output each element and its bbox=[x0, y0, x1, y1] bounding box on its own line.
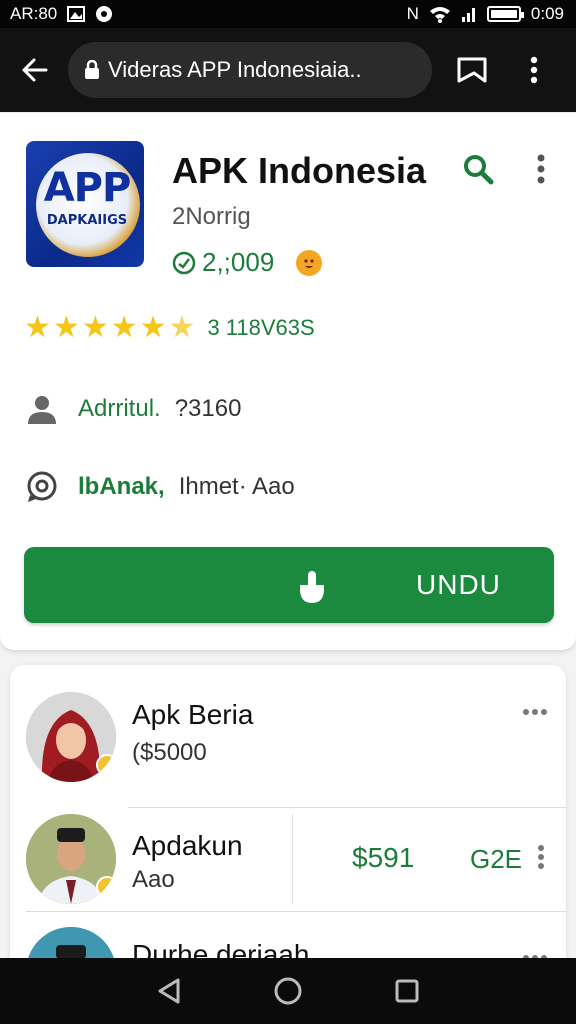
status-left: AR:80 bbox=[10, 4, 113, 24]
list-item-name: Apk Beria bbox=[132, 699, 254, 730]
network-indicator: N bbox=[406, 4, 419, 23]
square-recents-icon bbox=[395, 979, 419, 1003]
list-item[interactable]: Apk Beria ($5000 bbox=[10, 665, 566, 808]
app-title: APK Indonesia bbox=[172, 150, 427, 191]
category-label: lbAnak, bbox=[78, 473, 165, 500]
category-value: Ihmet· Aao bbox=[178, 473, 295, 500]
list-item-subtitle: ($5000 bbox=[132, 739, 207, 766]
star-icon: ★ bbox=[52, 311, 80, 344]
share-button[interactable] bbox=[450, 48, 494, 92]
lock-icon bbox=[85, 60, 99, 79]
chat-icon bbox=[24, 469, 60, 505]
nav-recents-button[interactable] bbox=[387, 971, 427, 1011]
url-text: Videras APP Indonesiaia.. bbox=[108, 57, 362, 82]
developer-value: ?3160 bbox=[174, 395, 242, 422]
status-right: N 0:09 bbox=[407, 4, 564, 24]
app-subtitle: 2Norrig bbox=[172, 203, 251, 230]
item-menu-button[interactable] bbox=[524, 842, 558, 872]
status-time: 0:09 bbox=[530, 4, 564, 23]
divider bbox=[26, 911, 566, 912]
rating-row: ★ ★ ★ ★ ★ ★ 3 118V63S bbox=[24, 313, 315, 343]
star-icon: ★ bbox=[24, 311, 51, 344]
app-notification-icon bbox=[95, 5, 113, 23]
list-item-subtitle: Aao bbox=[132, 866, 175, 893]
triangle-back-icon bbox=[158, 978, 180, 1004]
search-button[interactable] bbox=[458, 149, 498, 189]
wifi-icon bbox=[429, 5, 451, 23]
app-logo: APP DAPKAIIGS bbox=[26, 141, 144, 267]
app-detail-card: APP DAPKAIIGS APK Indonesia 2Norrig 2,;0… bbox=[0, 113, 576, 650]
list-item-tag: G2E bbox=[470, 844, 523, 874]
developer-label: Adrritul. bbox=[78, 395, 161, 422]
search-icon bbox=[464, 155, 494, 185]
verified-badge-icon bbox=[96, 754, 116, 776]
address-bar[interactable]: Videras APP Indonesiaia.. bbox=[68, 42, 432, 98]
related-apps-list: Apk Beria ($5000 Apdakun Aao $591 G2E Du… bbox=[10, 665, 566, 985]
browser-toolbar: Videras APP Indonesiaia.. bbox=[0, 28, 576, 112]
check-circle-icon bbox=[172, 251, 196, 274]
category-row: lbAnak, Ihmet· Aao bbox=[24, 469, 295, 505]
circle-home-icon bbox=[274, 977, 302, 1005]
status-bar: AR:80 N 0:09 bbox=[0, 0, 576, 28]
verified-badge-icon bbox=[96, 876, 116, 898]
screen: AR:80 N 0:09 Videras APP Indonesiaia.. A… bbox=[0, 0, 576, 1024]
list-item-name: Apdakun bbox=[132, 830, 243, 861]
star-icon: ★ bbox=[81, 311, 109, 344]
star-icon: ★ bbox=[139, 311, 167, 344]
download-count: 2,;009 bbox=[202, 247, 275, 277]
more-vertical-icon bbox=[530, 56, 538, 84]
back-button[interactable] bbox=[14, 50, 54, 90]
system-navigation-bar bbox=[0, 958, 576, 1024]
download-button-label: UNDU bbox=[416, 569, 501, 600]
nav-back-button[interactable] bbox=[149, 971, 189, 1011]
more-vertical-icon bbox=[537, 154, 545, 184]
avatar bbox=[26, 692, 116, 782]
half-star-icon: ★ bbox=[168, 311, 196, 344]
avatar bbox=[26, 814, 116, 904]
app-menu-button[interactable] bbox=[524, 149, 558, 189]
list-item[interactable]: Apdakun Aao $591 G2E bbox=[10, 808, 566, 912]
list-item-price: $591 bbox=[352, 842, 415, 873]
signal-icon bbox=[461, 5, 477, 23]
share-icon bbox=[457, 57, 487, 83]
item-menu-button[interactable] bbox=[518, 697, 552, 727]
more-vertical-icon bbox=[538, 845, 544, 869]
rating-count: 3 118V63S bbox=[207, 315, 315, 340]
more-horizontal-icon bbox=[523, 709, 547, 715]
hand-pointer-icon bbox=[292, 567, 332, 607]
app-logo-text: APP bbox=[43, 165, 132, 211]
download-button[interactable]: UNDU bbox=[24, 547, 554, 623]
divider bbox=[292, 814, 293, 904]
nav-home-button[interactable] bbox=[268, 971, 308, 1011]
gallery-notification-icon bbox=[67, 6, 86, 22]
person-icon bbox=[24, 391, 60, 427]
developer-row: Adrritul. ?3160 bbox=[24, 391, 241, 427]
browser-menu-button[interactable] bbox=[512, 48, 556, 92]
status-left-text: AR:80 bbox=[10, 4, 58, 23]
app-logo-subtext: DAPKAIIGS bbox=[46, 213, 128, 228]
battery-icon bbox=[486, 6, 524, 22]
star-icon: ★ bbox=[110, 311, 138, 344]
back-arrow-icon bbox=[22, 58, 48, 82]
emoji-icon bbox=[296, 249, 323, 276]
download-count-row: 2,;009 bbox=[172, 247, 323, 278]
